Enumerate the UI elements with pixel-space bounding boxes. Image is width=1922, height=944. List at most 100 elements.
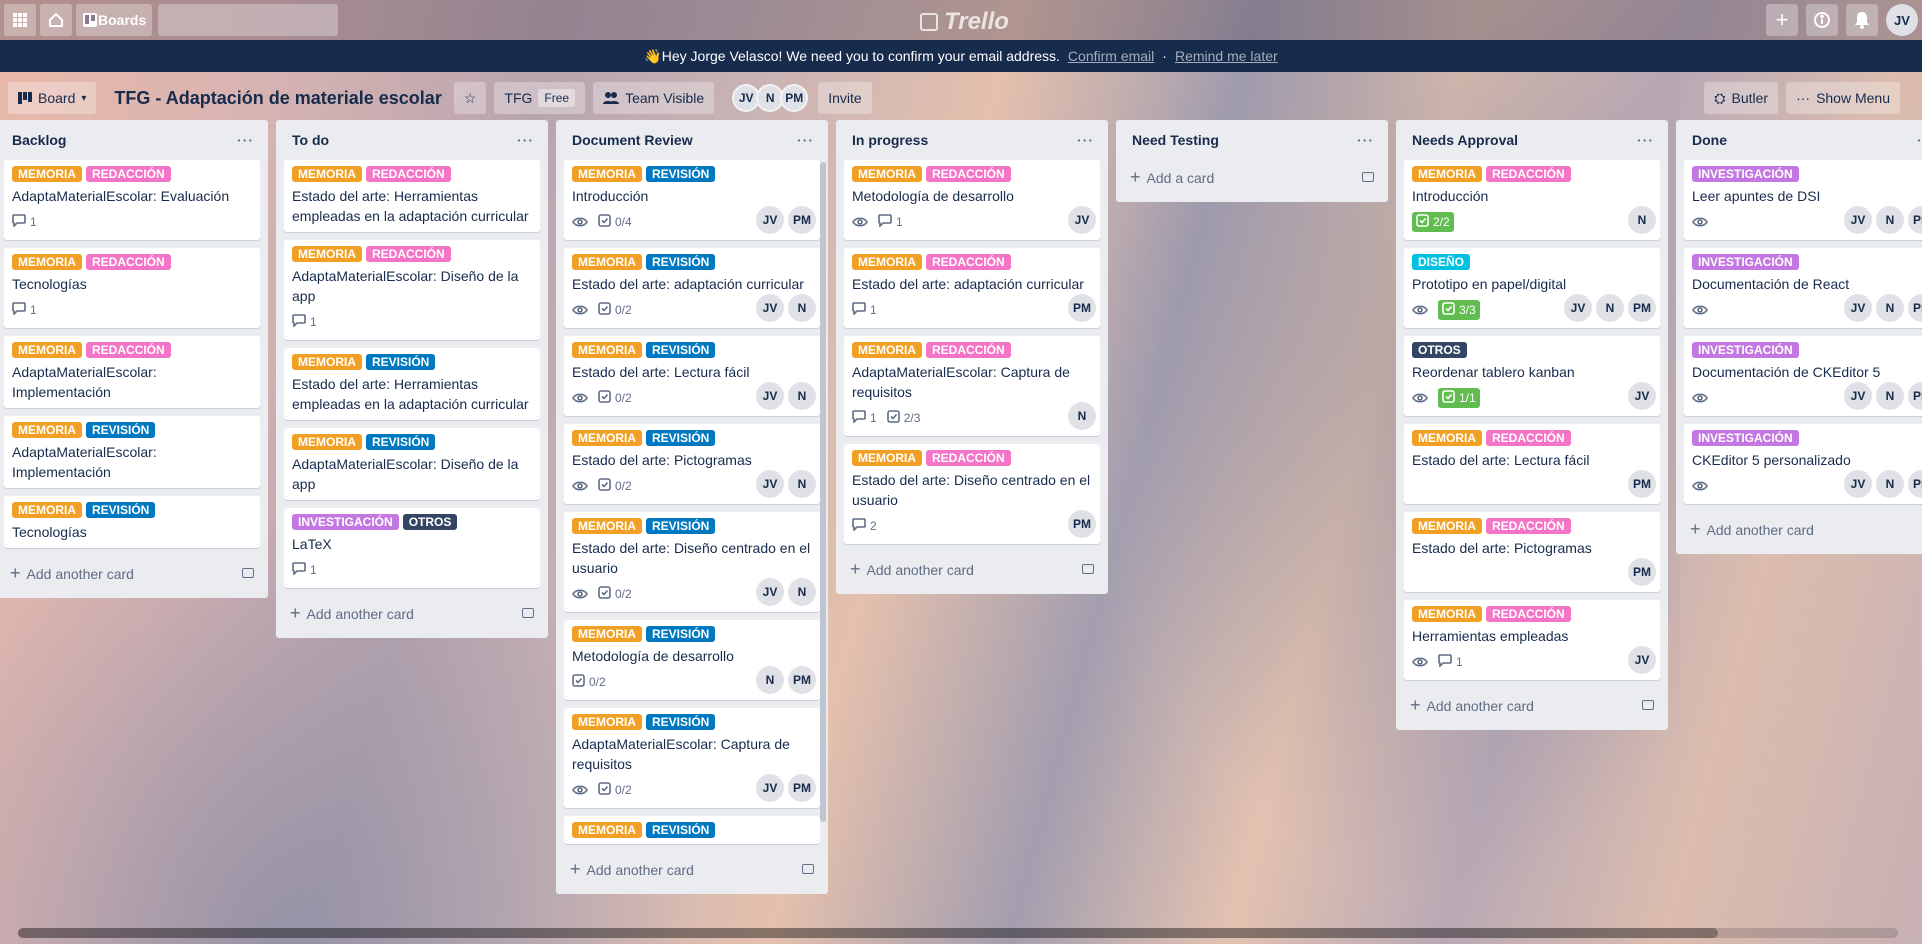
card[interactable]: DISEÑO Prototipo en papel/digital JV N PM 3/3 [1404, 248, 1660, 328]
card-label[interactable]: DISEÑO [1412, 254, 1471, 270]
member-avatar[interactable]: JV [1628, 646, 1656, 674]
card-label[interactable]: MEMORIA [1412, 166, 1482, 182]
show-menu-button[interactable]: ··· Show Menu [1786, 82, 1900, 114]
card-label[interactable]: REVISIÓN [646, 342, 716, 358]
card-label[interactable]: MEMORIA [292, 354, 362, 370]
card-label[interactable]: MEMORIA [12, 166, 82, 182]
list-actions-icon[interactable]: ··· [1637, 132, 1654, 148]
member-avatar[interactable]: PM [1908, 294, 1922, 322]
member-avatar[interactable]: N [788, 382, 816, 410]
card-template-icon[interactable] [242, 568, 254, 578]
card-label[interactable]: REDACCIÓN [86, 342, 171, 358]
card-label[interactable]: MEMORIA [1412, 606, 1482, 622]
list-actions-icon[interactable]: ··· [237, 132, 254, 148]
member-avatar[interactable]: JV [1068, 206, 1096, 234]
card-label[interactable]: INVESTIGACIÓN [292, 514, 399, 530]
notifications-button[interactable] [1846, 4, 1878, 36]
card-label[interactable]: REVISIÓN [646, 822, 716, 838]
add-card-button[interactable]: + Add another card [284, 596, 540, 630]
card-label[interactable]: REVISIÓN [646, 714, 716, 730]
card-label[interactable]: MEMORIA [12, 502, 82, 518]
card-label[interactable]: OTROS [402, 514, 458, 530]
member-avatar[interactable]: JV [756, 382, 784, 410]
list-title[interactable]: Needs Approval [1412, 132, 1518, 148]
trello-logo[interactable]: Trello [920, 8, 1009, 36]
card-label[interactable]: OTROS [1412, 342, 1467, 358]
card-label[interactable]: REDACCIÓN [86, 254, 171, 270]
card-label[interactable]: MEMORIA [572, 254, 642, 270]
member-avatar[interactable]: N [1628, 206, 1656, 234]
member-avatar[interactable]: JV [1628, 382, 1656, 410]
card-label[interactable]: REVISIÓN [646, 254, 716, 270]
card[interactable]: MEMORIA REDACCIÓN AdaptaMaterialEscolar: I… [4, 336, 260, 408]
home-button[interactable] [40, 4, 72, 36]
member-avatar[interactable]: JV [1844, 206, 1872, 234]
card-label[interactable]: REDACCIÓN [366, 166, 451, 182]
member-avatar[interactable]: N [788, 578, 816, 606]
list-title[interactable]: In progress [852, 132, 928, 148]
card[interactable]: MEMORIA REVISIÓN Tecnologías [4, 496, 260, 548]
card-label[interactable]: REVISIÓN [646, 430, 716, 446]
card[interactable]: MEMORIA REVISIÓN AdaptaMaterialEscolar: Ca… [564, 708, 820, 808]
card[interactable]: MEMORIA REVISIÓN Estado del arte: adaptaci… [564, 248, 820, 328]
card-label[interactable]: MEMORIA [572, 430, 642, 446]
card[interactable]: MEMORIA REDACCIÓN Estado del arte: Herrami… [284, 160, 540, 232]
card-template-icon[interactable] [802, 864, 814, 874]
list-actions-icon[interactable]: ··· [1917, 132, 1922, 148]
member-avatar[interactable]: JV [756, 294, 784, 322]
search-input[interactable] [141, 12, 331, 28]
card-label[interactable]: MEMORIA [1412, 430, 1482, 446]
card[interactable]: INVESTIGACIÓN Documentación de CKEditor 5… [1684, 336, 1922, 416]
card[interactable]: MEMORIA REDACCIÓN Tecnologías 1 [4, 248, 260, 328]
card-label[interactable]: MEMORIA [12, 422, 82, 438]
card[interactable]: MEMORIA REDACCIÓN AdaptaMaterialEscolar: C… [844, 336, 1100, 436]
card-label[interactable]: MEMORIA [572, 822, 642, 838]
card[interactable]: MEMORIA REDACCIÓN Estado del arte: Pictogr… [1404, 512, 1660, 592]
card-label[interactable]: MEMORIA [852, 166, 922, 182]
create-button[interactable]: + [1766, 4, 1798, 36]
member-avatar[interactable]: PM [788, 206, 816, 234]
card-label[interactable]: MEMORIA [572, 714, 642, 730]
card-label[interactable]: MEMORIA [292, 246, 362, 262]
list-header[interactable]: Backlog ··· [4, 120, 260, 160]
list-actions-icon[interactable]: ··· [517, 132, 534, 148]
butler-button[interactable]: ⛭ Butler [1704, 82, 1779, 114]
card[interactable]: MEMORIA REVISIÓN Introducción JV PM 0/4 [564, 160, 820, 240]
list-title[interactable]: Done [1692, 132, 1727, 148]
card-label[interactable]: MEMORIA [12, 254, 82, 270]
horizontal-scrollbar[interactable] [18, 928, 1898, 938]
card-label[interactable]: MEMORIA [572, 518, 642, 534]
member-avatar[interactable]: PM [1628, 558, 1656, 586]
card[interactable]: INVESTIGACIÓN Leer apuntes de DSI JVNPM [1684, 160, 1922, 240]
card[interactable]: MEMORIA REVISIÓN AdaptaMaterialEscolar: Im… [4, 416, 260, 488]
card-label[interactable]: MEMORIA [852, 254, 922, 270]
info-button[interactable] [1806, 4, 1838, 36]
member-avatar[interactable]: N [1876, 470, 1904, 498]
card-label[interactable]: INVESTIGACIÓN [1692, 166, 1799, 182]
card-label[interactable]: REDACCIÓN [926, 166, 1011, 182]
member-avatar[interactable]: JV [1844, 470, 1872, 498]
card[interactable]: MEMORIA REDACCIÓN Estado del arte: Lectura… [1404, 424, 1660, 504]
member-avatar[interactable]: N [1876, 206, 1904, 234]
member-avatar[interactable]: PM [788, 774, 816, 802]
card-label[interactable]: REDACCIÓN [1486, 430, 1571, 446]
workspace-button[interactable]: TFG Free [494, 82, 586, 114]
list-header[interactable]: In progress ··· [844, 120, 1100, 160]
member-avatar[interactable]: N [788, 470, 816, 498]
remind-later-link[interactable]: Remind me later [1175, 48, 1278, 64]
card-label[interactable]: REDACCIÓN [1486, 518, 1571, 534]
card-label[interactable]: REVISIÓN [366, 434, 436, 450]
card[interactable]: MEMORIA REDACCIÓN AdaptaMaterialEscolar: E… [4, 160, 260, 240]
card[interactable]: MEMORIA REVISIÓN AdaptaMaterialEscolar: Di… [284, 428, 540, 500]
card[interactable]: OTROS Reordenar tablero kanban JV 1/1 [1404, 336, 1660, 416]
member-avatar[interactable]: PM [1908, 206, 1922, 234]
member-avatar[interactable]: JV [1844, 382, 1872, 410]
list-header[interactable]: Document Review ··· [564, 120, 820, 160]
card[interactable]: INVESTIGACIÓN OTROS LaTeX 1 [284, 508, 540, 588]
card-template-icon[interactable] [522, 608, 534, 618]
card[interactable]: MEMORIA REDACCIÓN Introducción N 2/2 [1404, 160, 1660, 240]
member-avatar[interactable]: PM [1908, 382, 1922, 410]
member-avatar[interactable]: N [1876, 294, 1904, 322]
card-label[interactable]: MEMORIA [292, 434, 362, 450]
search-box[interactable] [141, 4, 339, 36]
